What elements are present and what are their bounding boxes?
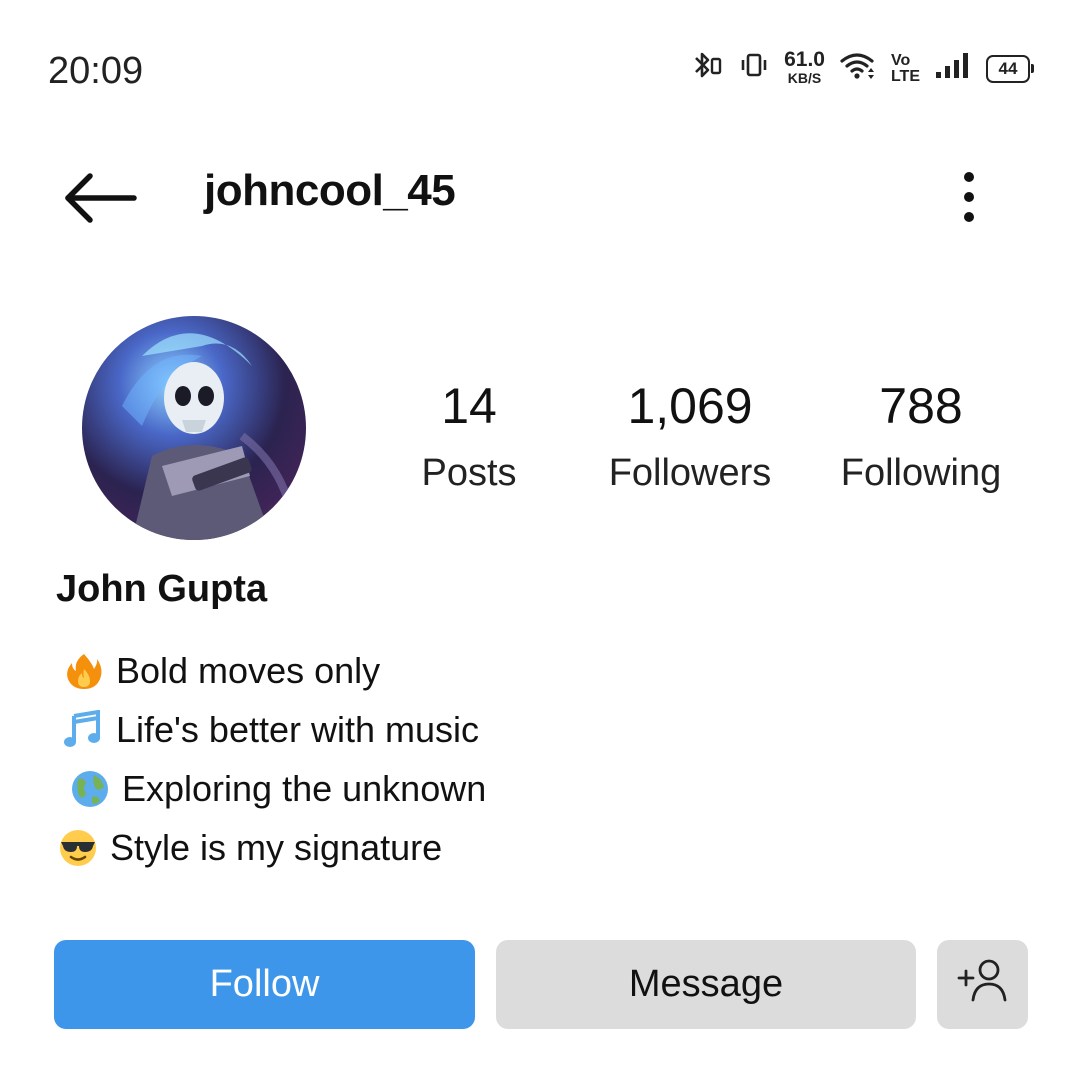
display-name: John Gupta bbox=[56, 568, 268, 610]
menu-dot bbox=[964, 212, 974, 222]
bio-line: Style is my signature bbox=[58, 827, 442, 869]
stat-label: Posts bbox=[421, 452, 517, 494]
status-icons: 61.0 KB/S Vo LTE 44 bbox=[692, 47, 1034, 87]
profile-username: johncool_45 bbox=[204, 166, 456, 215]
follow-button[interactable]: Follow bbox=[54, 940, 475, 1029]
suggested-accounts-button[interactable] bbox=[937, 940, 1028, 1029]
stat-label: Followers bbox=[608, 452, 772, 494]
bio-line: Bold moves only bbox=[64, 650, 380, 692]
stat-label: Following bbox=[840, 452, 1002, 494]
menu-dot bbox=[964, 192, 974, 202]
bluetooth-icon bbox=[692, 50, 724, 87]
bio-text: Exploring the unknown bbox=[122, 768, 487, 809]
profile-avatar[interactable] bbox=[82, 316, 306, 540]
more-vertical-icon[interactable] bbox=[954, 172, 984, 222]
music-notes-emoji bbox=[64, 709, 104, 750]
network-speed-unit: KB/S bbox=[787, 69, 822, 86]
back-arrow-icon[interactable] bbox=[62, 170, 138, 231]
network-speed-value: 61.0 bbox=[784, 47, 825, 71]
bio-text: Bold moves only bbox=[116, 650, 381, 691]
network-speed: 61.0 KB/S bbox=[784, 47, 825, 87]
volte-top: Vo bbox=[890, 51, 911, 69]
battery-icon: 44 bbox=[986, 54, 1034, 83]
stat-value: 788 bbox=[879, 378, 963, 434]
volte-indicator: Vo LTE bbox=[890, 51, 920, 85]
sunglasses-face-emoji bbox=[58, 828, 98, 868]
stat-value: 1,069 bbox=[627, 378, 753, 434]
status-time: 20:09 bbox=[48, 50, 144, 92]
wifi-icon bbox=[839, 50, 877, 87]
globe-emoji bbox=[70, 769, 110, 809]
stat-following[interactable]: 788 Following bbox=[826, 378, 1016, 496]
message-button[interactable]: Message bbox=[496, 940, 916, 1029]
bio-text: Life's better with music bbox=[116, 709, 480, 750]
bio-line: Life's better with music bbox=[64, 709, 479, 751]
stat-followers[interactable]: 1,069 Followers bbox=[592, 378, 788, 496]
menu-dot bbox=[964, 172, 974, 182]
volte-bottom: LTE bbox=[890, 67, 920, 85]
stat-value: 14 bbox=[441, 378, 497, 434]
vibrate-icon bbox=[738, 50, 770, 87]
fire-emoji bbox=[64, 651, 104, 691]
bio-text: Style is my signature bbox=[110, 827, 443, 868]
stat-posts[interactable]: 14 Posts bbox=[404, 378, 534, 496]
signal-icon bbox=[934, 50, 972, 87]
bio-line: Exploring the unknown bbox=[70, 768, 486, 810]
add-person-icon bbox=[955, 956, 1011, 1014]
profile-screen: 20:09 61.0 KB/S Vo LTE 44 johncool_45 14… bbox=[0, 0, 1080, 1080]
